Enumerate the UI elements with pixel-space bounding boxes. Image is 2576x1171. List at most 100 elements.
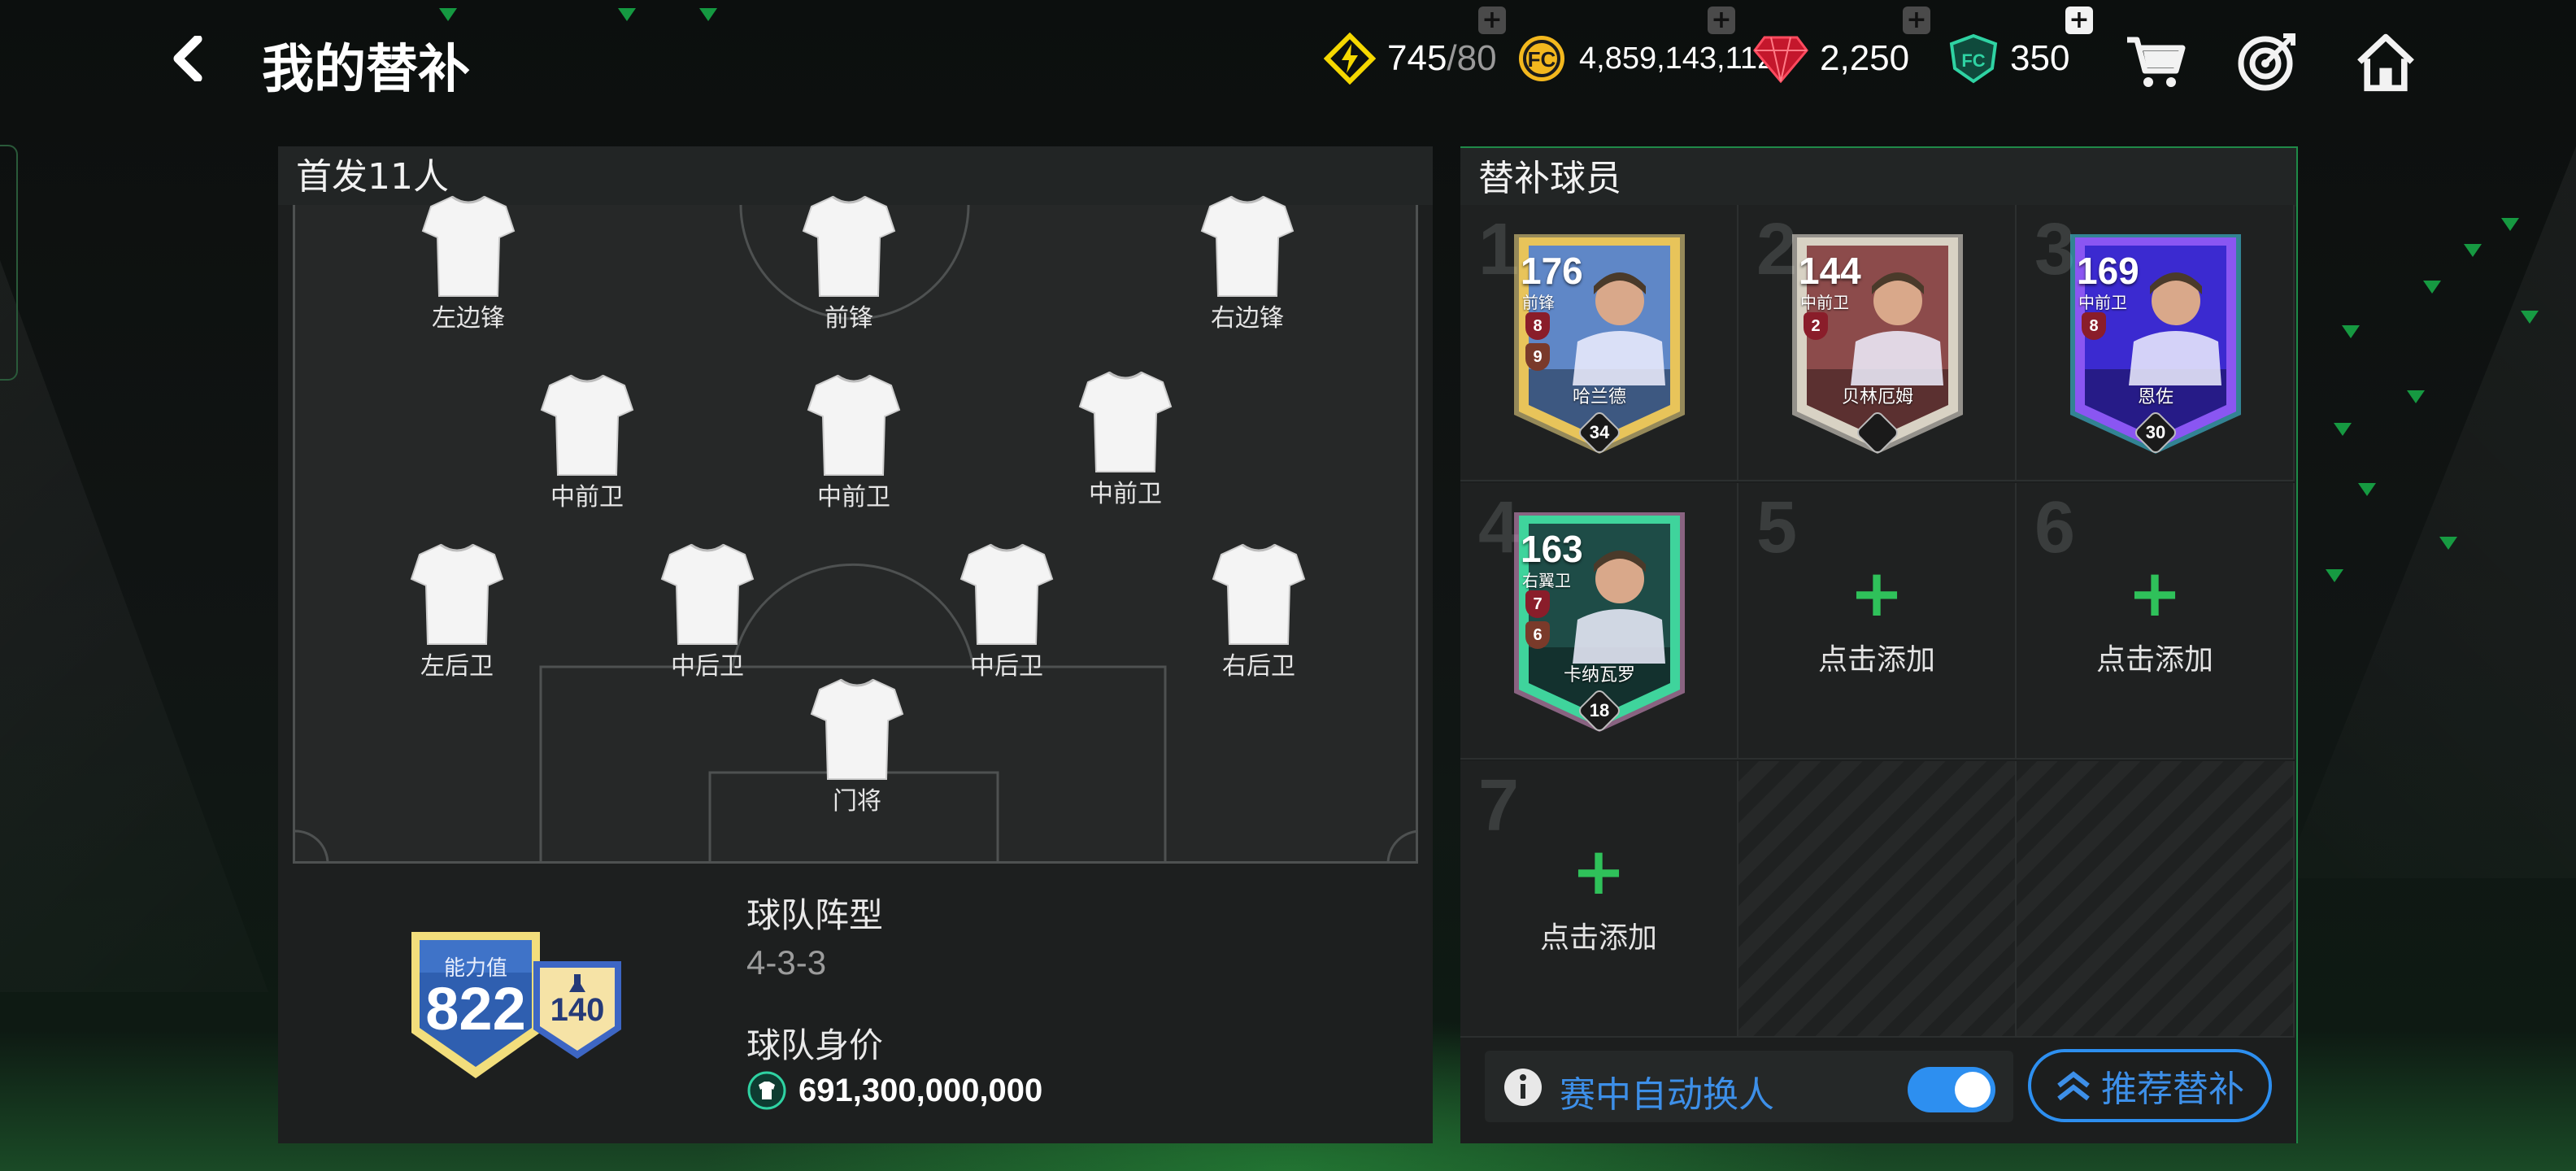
points-counter[interactable]: FC 350 [1948,29,2069,88]
page-title: 我的替补 [262,40,470,100]
gem-counter[interactable]: 2,250 [1753,29,1909,88]
sub-slot[interactable]: 3 169 中前卫 8 恩佐 30 [2017,205,2295,481]
player-name: 恩佐 [2137,387,2174,407]
home-button[interactable] [2355,31,2417,93]
shirt-icon [1212,540,1306,649]
rank-chips: 2 [1804,312,1833,343]
chevron-left-icon [173,36,202,81]
team-rating: 822 [425,975,526,1043]
coin-value: 4,859,143,112 [1579,41,1775,76]
add-icon[interactable]: + [1738,561,2015,626]
rank-chips: 76 [1525,590,1555,652]
slot-number: 5 [1756,487,1798,568]
subs-grid: 1 176 前锋 8 9 哈兰德 34 2 144 中前卫 2 贝林厄姆 3 169 中前卫 8 恩佐 30 4 16… [1460,205,2298,1043]
shirt-icon [1078,368,1173,477]
position-label: 门将 [833,787,881,816]
player-position: 中前卫 [2078,293,2127,312]
lineup-slot[interactable]: 中前卫 [1060,368,1190,509]
player-level: 30 [2145,422,2166,442]
lineup-slot[interactable]: 右后卫 [1194,540,1324,681]
sub-slot-locked [1738,761,2017,1038]
rank-chips: 89 [1525,312,1555,374]
player-card[interactable]: 176 前锋 8 9 哈兰德 34 [1498,223,1701,459]
player-position: 中前卫 [1800,293,1849,312]
sub-slot[interactable]: 1 176 前锋 8 9 哈兰德 34 [1460,205,1738,481]
player-position: 右翼卫 [1522,571,1571,590]
ruby-icon [1753,36,1808,83]
player-rating: 144 [1799,250,1861,292]
points-value: 350 [2010,38,2070,78]
sub-slot[interactable]: 2 144 中前卫 2 贝林厄姆 [1738,205,2017,481]
back-button[interactable] [163,34,211,83]
slot-number: 6 [2034,487,2076,568]
add-icon[interactable]: + [2017,561,2293,626]
rank-chip: 2 [1804,312,1828,340]
lineup-slot[interactable]: 中后卫 [642,540,772,681]
player-card[interactable]: 169 中前卫 8 恩佐 30 [2054,223,2257,459]
team-chemistry: 140 [550,992,605,1028]
player-name: 卡纳瓦罗 [1563,665,1635,686]
svg-text:FC: FC [1961,50,1985,71]
player-rating: 169 [2077,250,2139,292]
rank-chip: 7 [1525,590,1550,618]
coin-add-button[interactable]: + [1708,7,1735,34]
position-label: 右边锋 [1211,304,1284,333]
formation-value[interactable]: 4-3-3 [746,943,826,982]
rank-chip: 6 [1525,621,1550,649]
player-level: 34 [1589,422,1610,442]
coin-counter[interactable]: FC 4,859,143,112 [1516,29,1774,88]
info-icon[interactable] [1503,1067,1543,1108]
toggle-knob [1955,1072,1991,1108]
lineup-slot[interactable]: 前锋 [784,192,914,333]
player-card[interactable]: 144 中前卫 2 贝林厄姆 [1776,223,1979,459]
shirt-icon [410,540,504,649]
add-icon[interactable]: + [1460,839,1737,904]
top-bar: 我的替补 745/80 + FC 4,859,143,112 + 2,250 +… [0,0,2576,122]
player-rating: 176 [1521,250,1583,292]
add-player-label[interactable]: 点击添加 [1738,636,2015,678]
auto-sub-toggle[interactable] [1908,1067,1995,1112]
rank-chips: 8 [2082,312,2111,343]
objectives-button[interactable] [2236,31,2298,93]
sub-slot[interactable]: 5 + 点击添加 [1738,483,2017,760]
team-value-row: 691,300,000,000 [746,1070,1042,1111]
svg-text:FC: FC [1528,47,1556,72]
sub-slot[interactable]: 7 + 点击添加 [1460,761,1738,1038]
formation-label: 球队阵型 [746,895,884,935]
double-chevron-up-icon [2057,1071,2090,1101]
lineup-slot[interactable]: 右边锋 [1182,192,1312,333]
cart-icon [2127,37,2186,87]
position-label: 中前卫 [550,483,624,511]
lineup-slot[interactable]: 中后卫 [942,540,1072,681]
player-position: 前锋 [1522,293,1555,312]
team-rating-badge: 能力值 822 140 [407,927,634,1090]
rank-chip: 8 [2082,312,2106,340]
sub-slot[interactable]: 4 163 右翼卫 7 6 卡纳瓦罗 18 [1460,483,1738,760]
energy-add-button[interactable]: + [1478,7,1506,34]
recommend-subs-button[interactable]: 推荐替补 [2028,1049,2272,1122]
sub-slot[interactable]: 6 + 点击添加 [2017,483,2295,760]
energy-counter[interactable]: 745/80 [1324,29,1497,88]
lineup-slot[interactable]: 左后卫 [392,540,522,681]
shirt-icon [802,192,896,301]
lineup-slot[interactable]: 门将 [792,675,922,816]
player-card[interactable]: 163 右翼卫 7 6 卡纳瓦罗 18 [1498,501,1701,737]
lineup-slot[interactable]: 中前卫 [789,371,919,512]
shirt-icon [540,371,634,480]
left-edge-tab[interactable] [0,145,18,381]
points-add-button[interactable]: + [2065,7,2093,34]
add-player-label[interactable]: 点击添加 [1460,914,1737,956]
add-player-label[interactable]: 点击添加 [2017,636,2293,678]
shirt-icon [421,192,516,301]
lineup-slot[interactable]: 中前卫 [522,371,652,512]
lightning-icon [1324,33,1376,85]
slot-number: 7 [1478,765,1520,847]
home-icon [2357,33,2414,92]
lineup-slot[interactable]: 左边锋 [403,192,533,333]
rank-chip: 9 [1525,343,1550,371]
position-label: 左边锋 [432,304,505,333]
shop-button[interactable] [2124,31,2186,93]
value-coin-icon [747,1071,786,1110]
player-level: 18 [1589,700,1610,720]
gem-add-button[interactable]: + [1903,7,1930,34]
